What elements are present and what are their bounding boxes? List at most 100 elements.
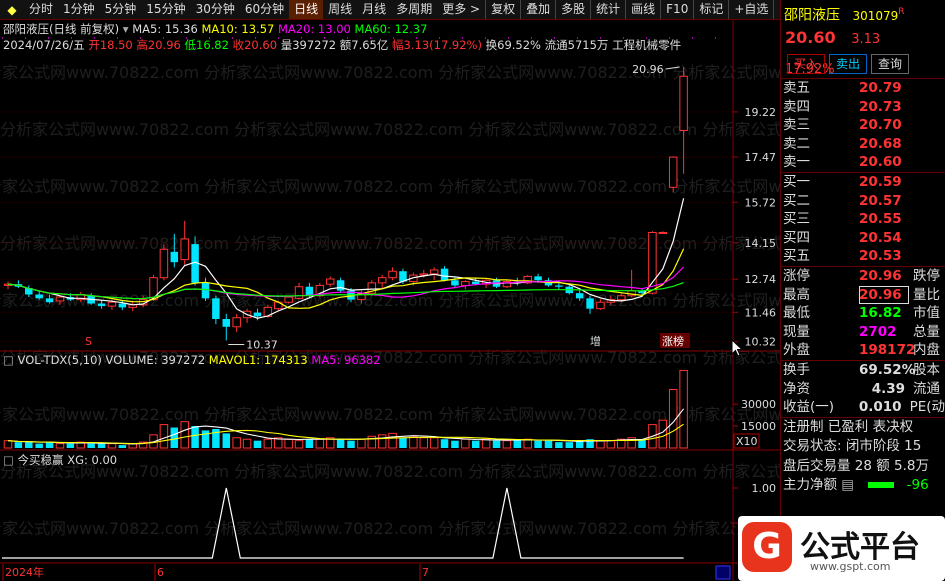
price-tick-label: 15.72: [745, 196, 777, 209]
time-tick-label: 6: [157, 566, 164, 579]
finance-label-2: PE(动: [909, 399, 945, 416]
stock-code: 301079: [852, 8, 899, 23]
bid-label: 买一: [783, 173, 810, 190]
info-block: 注册制 已盈利 表决权 交易状态: 闭市阶段 15 盘后交易量 28 额 5.8…: [781, 416, 945, 496]
volume-bar: [232, 437, 241, 449]
tab-multi-period[interactable]: 多周期: [391, 0, 437, 19]
tab-30min[interactable]: 30分钟: [191, 0, 240, 19]
change-label: 幅3.13(17.92%): [392, 38, 482, 52]
volume-bar: [35, 443, 43, 448]
tab-60min[interactable]: 60分钟: [240, 0, 289, 19]
tab-monthly[interactable]: 月线: [357, 0, 391, 19]
draw-line-button[interactable]: 画线: [625, 0, 660, 19]
candle-body: [679, 75, 688, 131]
volume-bar: [544, 440, 553, 448]
chart-info-line: 2024/07/26/五 开18.50 高20.96 低16.82 收20.60…: [3, 37, 681, 53]
volume-bar: [45, 442, 54, 448]
candle-body: [253, 312, 262, 317]
volume-bar: [336, 439, 345, 448]
tab-1min[interactable]: 1分钟: [58, 0, 100, 19]
ind-tick-label: 1.00: [752, 482, 777, 495]
candle-body: [617, 295, 626, 301]
last-price: 20.60: [785, 28, 836, 47]
volume-bar: [14, 442, 23, 448]
s-marker: S: [85, 335, 92, 348]
volume-bar: [263, 438, 273, 449]
watermark-text: 分析家公式网www.70822.com 分析家公式网www.70822.com …: [0, 519, 780, 538]
candle-body: [45, 298, 54, 303]
volume-bar: [159, 424, 169, 449]
tab-weekly[interactable]: 周线: [323, 0, 357, 19]
volume-bar: [451, 440, 459, 448]
volume-bar: [596, 440, 605, 449]
candle-body: [55, 296, 65, 302]
volume-ma-line: [7, 423, 684, 445]
bid-row[interactable]: 买二 20.57: [781, 192, 945, 211]
volume-bar: [357, 438, 366, 449]
bid-label: 买四: [783, 229, 810, 246]
overlay-button[interactable]: 叠加: [520, 0, 555, 19]
finance-label: 收益(一): [783, 399, 835, 416]
ask-price: 20.70: [859, 117, 902, 134]
bid-row[interactable]: 买五 20.53: [781, 247, 945, 266]
tab-5min[interactable]: 5分钟: [100, 0, 142, 19]
candle-body: [159, 248, 169, 279]
volume-bar: [242, 438, 252, 449]
sell-button[interactable]: 卖出: [829, 54, 868, 74]
query-button[interactable]: 查询: [871, 54, 910, 74]
tab-fenshi[interactable]: 分时: [24, 0, 58, 19]
volume-bar: [107, 443, 117, 449]
candle-body: [586, 298, 594, 309]
tab-15min[interactable]: 15分钟: [141, 0, 190, 19]
finance-row: 收益(一) 0.010 PE(动: [781, 398, 945, 417]
finance-value: 0.010: [858, 399, 902, 416]
ask-row[interactable]: 卖三 20.70: [781, 116, 945, 135]
tab-daily[interactable]: 日线: [289, 0, 324, 19]
mark-button[interactable]: 标记: [693, 0, 728, 19]
ask-row[interactable]: 卖五 20.79: [781, 79, 945, 98]
price-tick-label: 12.74: [745, 273, 777, 286]
volume-bar: [377, 434, 387, 449]
stat-label: 外盘: [783, 342, 810, 359]
stat-label: 涨停: [783, 267, 810, 284]
bid-row[interactable]: 买三 20.55: [781, 210, 945, 229]
fuquan-button[interactable]: 复权: [485, 0, 520, 19]
candle-body: [170, 251, 179, 263]
ask-row[interactable]: 卖一 20.60: [781, 153, 945, 172]
add-watchlist-button[interactable]: +自选: [728, 0, 773, 19]
bid-row[interactable]: 买一 20.59: [781, 173, 945, 192]
volume-bar: [118, 445, 127, 448]
logo-icon: G: [742, 522, 792, 572]
ask-row[interactable]: 卖二 20.68: [781, 135, 945, 154]
scroll-box: [715, 565, 731, 580]
amount-label: 额7.65亿: [339, 38, 389, 52]
volume-bar: [315, 438, 325, 449]
tab-more[interactable]: 更多 >: [437, 0, 485, 19]
ma-dropdown-icon[interactable]: ▾: [123, 22, 129, 36]
vol-indicator-name[interactable]: VOL-TDX(5,10): [18, 353, 102, 367]
stock-name: 邵阳液压: [784, 7, 840, 24]
candle-body: [575, 293, 584, 299]
bid-row[interactable]: 买四 20.54: [781, 229, 945, 248]
ind-name[interactable]: 今买稳赢: [18, 453, 64, 467]
panel-toggle-icon-2[interactable]: □: [3, 453, 14, 467]
volume-bar: [461, 438, 470, 449]
f10-button[interactable]: F10: [660, 0, 693, 19]
volume-bar: [191, 426, 199, 448]
candle-body: [648, 231, 657, 294]
kline-chart[interactable]: 分析家公式网www.70822.com 分析家公式网www.70822.com …: [0, 20, 780, 581]
volume-bar: [170, 427, 179, 448]
buy-button[interactable]: 买入: [787, 54, 826, 74]
candle-body: [284, 296, 293, 303]
statistics-button[interactable]: 统计: [590, 0, 625, 19]
doc-icon[interactable]: ▤: [841, 477, 854, 493]
multi-stock-button[interactable]: 多股: [555, 0, 590, 19]
high-label: 高20.96: [136, 38, 181, 52]
panel-toggle-icon[interactable]: □: [3, 353, 14, 367]
app-menu-icon[interactable]: ◆: [3, 1, 21, 19]
ask-row[interactable]: 卖四 20.73: [781, 98, 945, 117]
ask-price: 20.60: [859, 154, 902, 171]
float-shares-label: 流通5715万: [544, 38, 609, 52]
vol-ma5-label: MA5: 96382: [311, 353, 381, 367]
price-tick-label: 10.32: [745, 336, 777, 349]
